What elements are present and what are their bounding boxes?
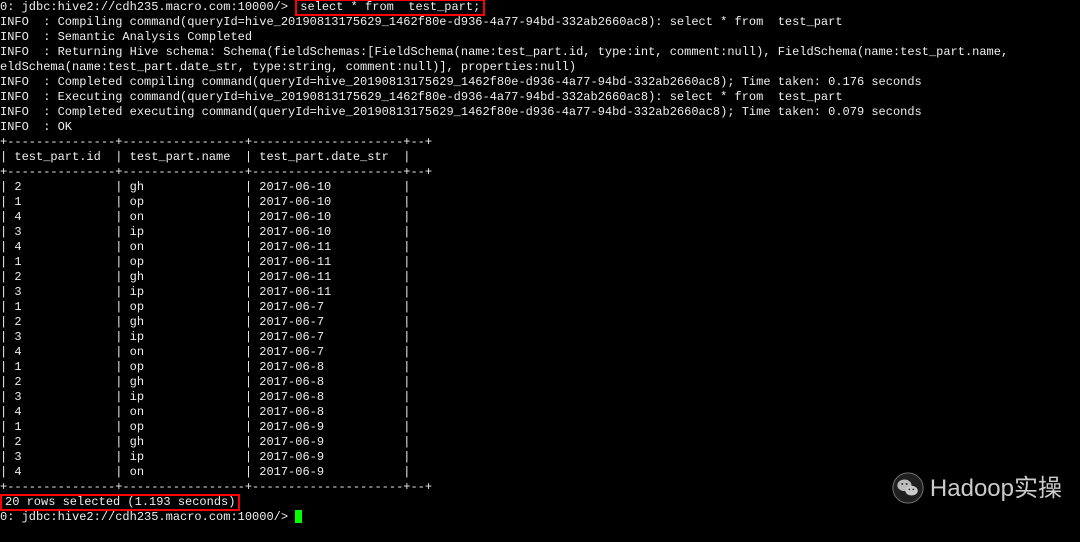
summary-highlight: 20 rows selected (1.193 seconds): [0, 494, 240, 511]
cursor: [295, 510, 302, 523]
wechat-icon: [892, 472, 924, 504]
watermark-text: Hadoop实操: [930, 481, 1062, 496]
watermark-badge: Hadoop实操: [892, 472, 1062, 504]
query-highlight: select * from test_part;: [295, 0, 485, 16]
terminal-output: 0: jdbc:hive2://cdh235.macro.com:10000/>…: [0, 0, 1080, 525]
